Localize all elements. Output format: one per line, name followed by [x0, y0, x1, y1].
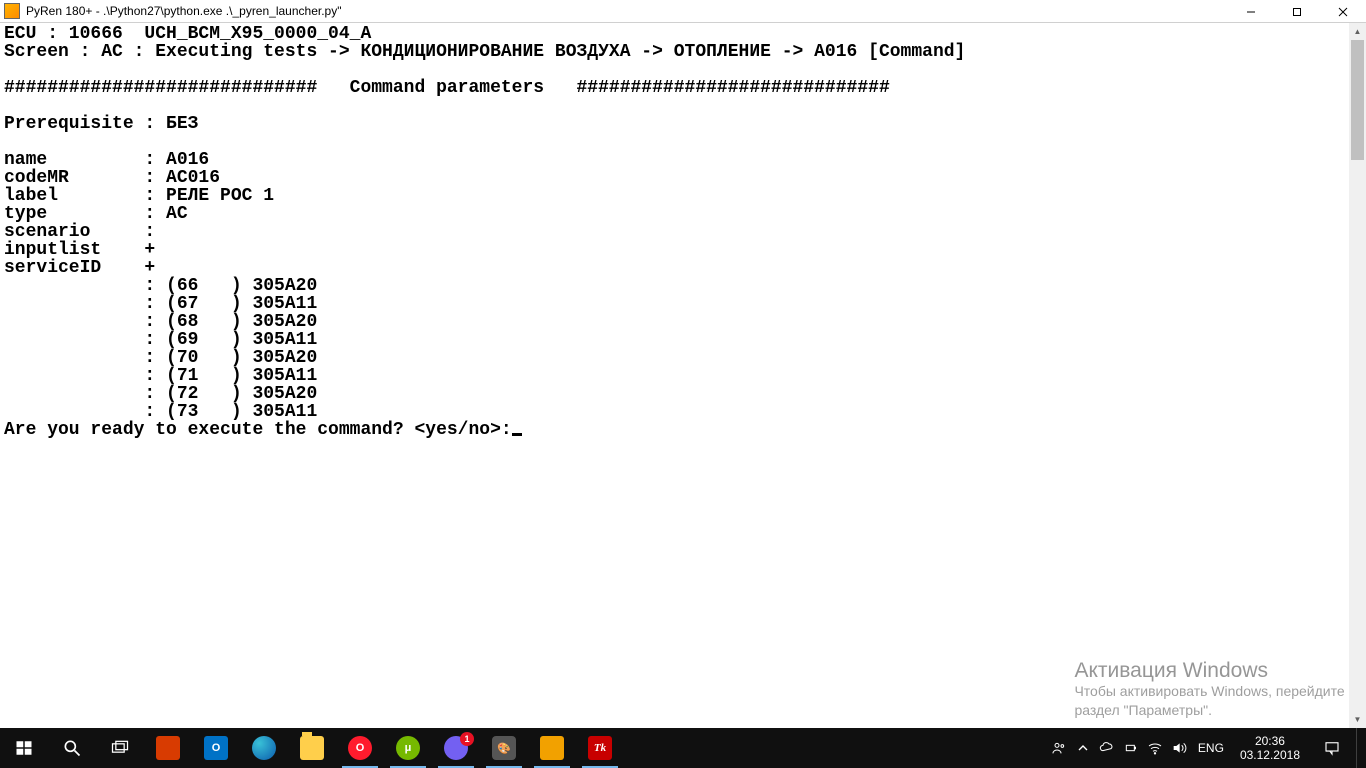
- console-window[interactable]: ECU : 10666 UCH_BCM_X95_0000_04_A Screen…: [0, 23, 1366, 728]
- scroll-down-icon[interactable]: ▼: [1349, 711, 1366, 728]
- tray-power-icon[interactable]: [1120, 728, 1142, 768]
- activation-watermark: Активация Windows Чтобы активировать Win…: [1074, 661, 1356, 720]
- search-icon: [60, 736, 84, 760]
- taskbar-app-edge[interactable]: [240, 728, 288, 768]
- show-desktop-button[interactable]: [1356, 728, 1362, 768]
- tray-language[interactable]: ENG: [1192, 728, 1230, 768]
- taskbar-app-explorer[interactable]: [288, 728, 336, 768]
- tray-chevron-up-icon[interactable]: [1072, 728, 1094, 768]
- taskbar-app-utorrent[interactable]: μ: [384, 728, 432, 768]
- start-button[interactable]: [0, 728, 48, 768]
- taskbar-app-opera[interactable]: O: [336, 728, 384, 768]
- tray-wifi-icon[interactable]: [1144, 728, 1166, 768]
- opera-icon: O: [348, 736, 372, 760]
- notification-badge: 1: [460, 732, 474, 746]
- scrollbar-track[interactable]: [1349, 40, 1366, 711]
- office-icon: [156, 736, 180, 760]
- taskbar-app-paint[interactable]: 🎨: [480, 728, 528, 768]
- taskbar-app-office[interactable]: [144, 728, 192, 768]
- console-output: ECU : 10666 UCH_BCM_X95_0000_04_A Screen…: [0, 23, 1349, 728]
- minimize-button[interactable]: [1228, 0, 1274, 23]
- tray-onedrive-icon[interactable]: [1096, 728, 1118, 768]
- vertical-scrollbar[interactable]: ▲ ▼: [1349, 23, 1366, 728]
- close-button[interactable]: [1320, 0, 1366, 23]
- tray-date: 03.12.2018: [1240, 748, 1300, 762]
- search-button[interactable]: [48, 728, 96, 768]
- console-prompt[interactable]: Are you ready to execute the command? <y…: [4, 420, 522, 440]
- window-titlebar: PyRen 180+ - .\Python27\python.exe .\_py…: [0, 0, 1366, 23]
- taskbar-app-viber[interactable]: 1: [432, 728, 480, 768]
- windows-icon: [12, 736, 36, 760]
- red-app-icon: Tk: [588, 736, 612, 760]
- tray-time: 20:36: [1240, 734, 1300, 748]
- maximize-button[interactable]: [1274, 0, 1320, 23]
- tray-clock[interactable]: 20:36 03.12.2018: [1232, 728, 1308, 768]
- scrollbar-thumb[interactable]: [1351, 40, 1364, 160]
- outlook-icon: O: [204, 736, 228, 760]
- tray-action-center[interactable]: [1310, 728, 1354, 768]
- window-title: PyRen 180+ - .\Python27\python.exe .\_py…: [26, 4, 341, 18]
- taskbar-app-red[interactable]: Tk: [576, 728, 624, 768]
- task-view-button[interactable]: [96, 728, 144, 768]
- app-icon: [4, 3, 20, 19]
- task-view-icon: [108, 736, 132, 760]
- utorrent-icon: μ: [396, 736, 420, 760]
- scroll-up-icon[interactable]: ▲: [1349, 23, 1366, 40]
- tray-people[interactable]: [1048, 728, 1070, 768]
- taskbar-app-outlook[interactable]: O: [192, 728, 240, 768]
- pyren-icon: [540, 736, 564, 760]
- folder-icon: [300, 736, 324, 760]
- edge-icon: [252, 736, 276, 760]
- taskbar: O O μ 1 🎨 Tk: [0, 728, 1366, 768]
- paint-icon: 🎨: [492, 736, 516, 760]
- text-cursor: [512, 433, 522, 436]
- tray-volume-icon[interactable]: [1168, 728, 1190, 768]
- taskbar-app-pyren[interactable]: [528, 728, 576, 768]
